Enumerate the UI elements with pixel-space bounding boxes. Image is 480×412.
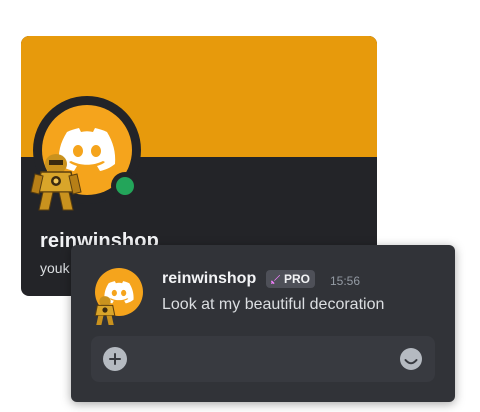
status-indicator (111, 172, 139, 200)
gold-mech-decoration-icon (94, 296, 116, 325)
sword-icon (270, 274, 281, 284)
smiley-icon[interactable] (399, 347, 423, 371)
message-text: Look at my beautiful decoration (162, 296, 385, 313)
message-timestamp: 15:56 (330, 274, 361, 288)
message-composer[interactable] (91, 336, 435, 382)
message-preview: reinwinshop PRO 15:56 Look at my beautif… (71, 245, 455, 402)
add-attachment-button[interactable] (103, 347, 127, 371)
pro-badge-label: PRO (284, 272, 311, 286)
plus-circle-icon (109, 353, 121, 365)
message-author[interactable]: reinwinshop (162, 270, 256, 288)
gold-mech-decoration-icon (30, 154, 82, 211)
pro-badge[interactable]: PRO (266, 270, 316, 288)
online-status-dot (116, 177, 134, 195)
profile-username: youk (40, 260, 70, 276)
